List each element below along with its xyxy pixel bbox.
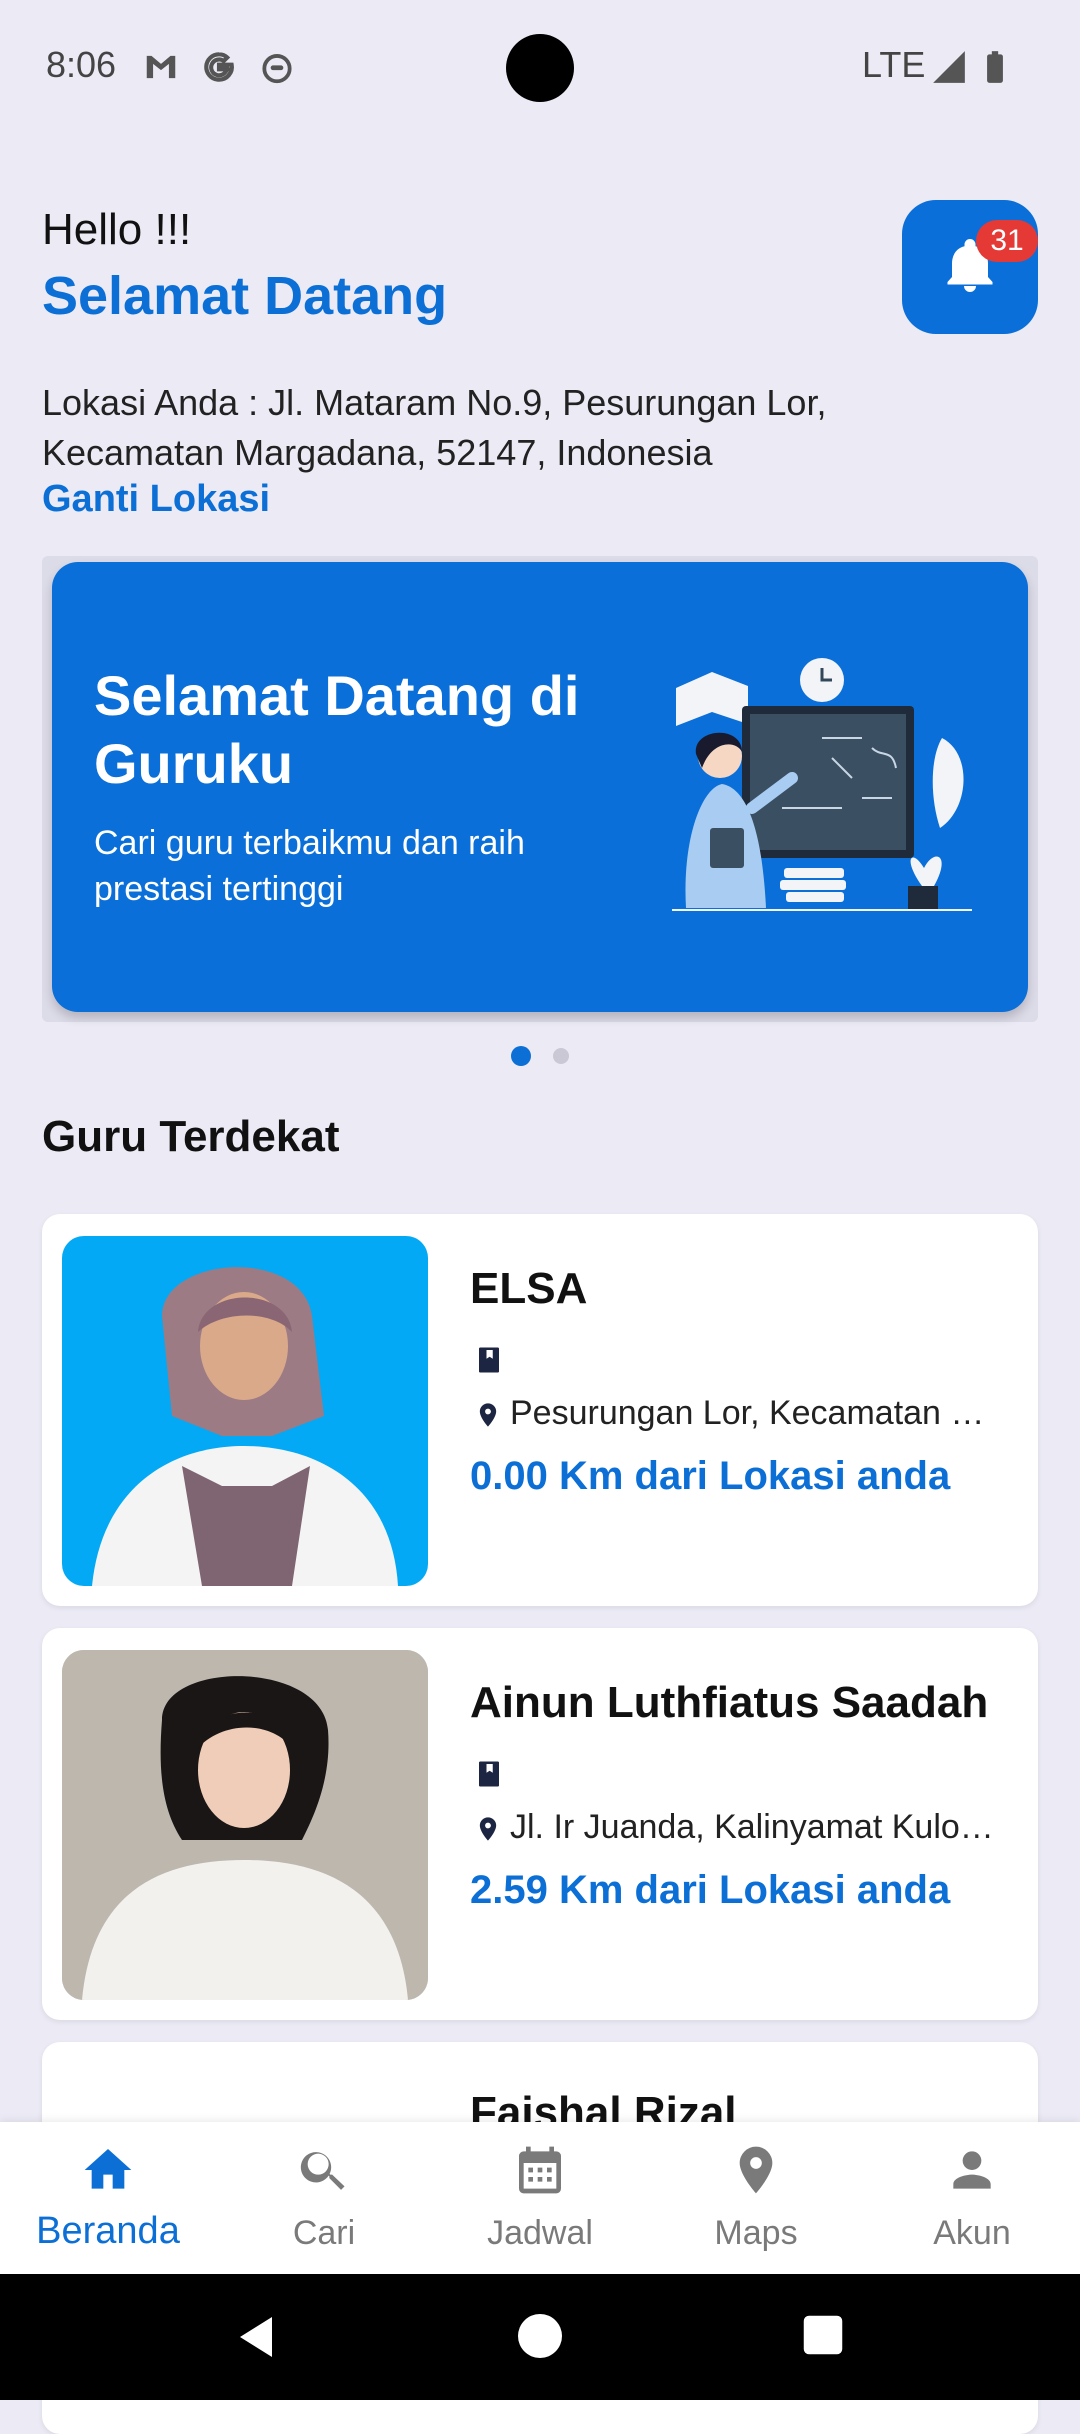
recents-icon[interactable] [802,2314,844,2356]
nav-akun[interactable]: Akun [864,2122,1080,2274]
home-button-icon[interactable] [516,2312,564,2360]
nav-label: Cari [292,2214,356,2252]
teacher-photo [62,1236,428,1586]
nav-beranda[interactable]: Beranda [0,2122,216,2274]
nav-label: Beranda [36,2210,180,2252]
battery-icon [987,51,1003,83]
location-text: Lokasi Anda : Jl. Mataram No.9, Pesurung… [42,382,827,473]
teacher-portrait [62,1650,428,2000]
book-icon [479,1761,499,1787]
nav-label: Maps [714,2214,798,2252]
nav-label: Jadwal [487,2214,593,2252]
banner-subtitle: Cari guru terbaikmu dan raih prestasi te… [94,824,525,908]
notification-badge: 31 [976,220,1038,262]
teacher-address: Pesurungan Lor, Kecamatan Margadana, Teg… [510,1394,1010,1432]
teacher-name: ELSA [470,1264,588,1313]
home-icon [84,2149,132,2189]
signal-icon [933,51,965,83]
google-icon [204,52,234,82]
person-icon [953,2151,991,2189]
bottom-navigation: Beranda Cari Jadwal Maps Akun [0,2122,1080,2274]
nav-cari[interactable]: Cari [216,2122,432,2274]
calendar-icon [519,2146,561,2194]
location-pin-icon [479,1403,497,1427]
welcome-title: Selamat Datang [42,266,448,326]
nav-jadwal[interactable]: Jadwal [432,2122,648,2274]
book-icon [479,1347,499,1373]
change-location-link[interactable]: Ganti Lokasi [42,478,270,521]
teacher-card[interactable]: Ainun Luthfiatus Saadah Jl. Ir Juanda, K… [42,1628,1038,2020]
location-pin-icon [479,1817,497,1841]
teacher-address: Jl. Ir Juanda, Kalinyamat Kulon, Tegal [510,1808,1010,1846]
nav-label: Akun [933,2214,1011,2252]
banner-title: Selamat Datang di Guruku [94,664,580,795]
status-time: 8:06 [46,44,117,85]
carousel-dot-active[interactable] [511,1046,531,1066]
section-title: Guru Terdekat [42,1112,340,1161]
system-navigation-bar [0,2274,1080,2400]
welcome-banner[interactable]: Selamat Datang di Guruku Cari guru terba… [52,562,1028,1012]
carousel-dot[interactable] [553,1048,569,1064]
teacher-distance: 0.00 Km dari Lokasi anda [470,1454,951,1498]
network-type: LTE [862,44,926,85]
teacher-name: Ainun Luthfiatus Saadah [470,1678,989,1727]
teacher-illustration [672,658,972,911]
teacher-card[interactable]: ELSA Pesurungan Lor, Kecamatan Margadana… [42,1214,1038,1606]
teacher-portrait [92,1267,398,1586]
status-bar: 8:06 LTE [0,0,1080,135]
gmail-icon [146,55,176,79]
back-icon[interactable] [232,2312,280,2362]
search-icon [300,2152,345,2190]
map-pin-icon [739,2146,773,2194]
front-camera [506,34,574,102]
greeting-text: Hello !!! [42,205,192,254]
teacher-photo [62,1650,428,2000]
teacher-distance: 2.59 Km dari Lokasi anda [470,1868,951,1912]
nav-maps[interactable]: Maps [648,2122,864,2274]
app-icon [262,54,292,84]
